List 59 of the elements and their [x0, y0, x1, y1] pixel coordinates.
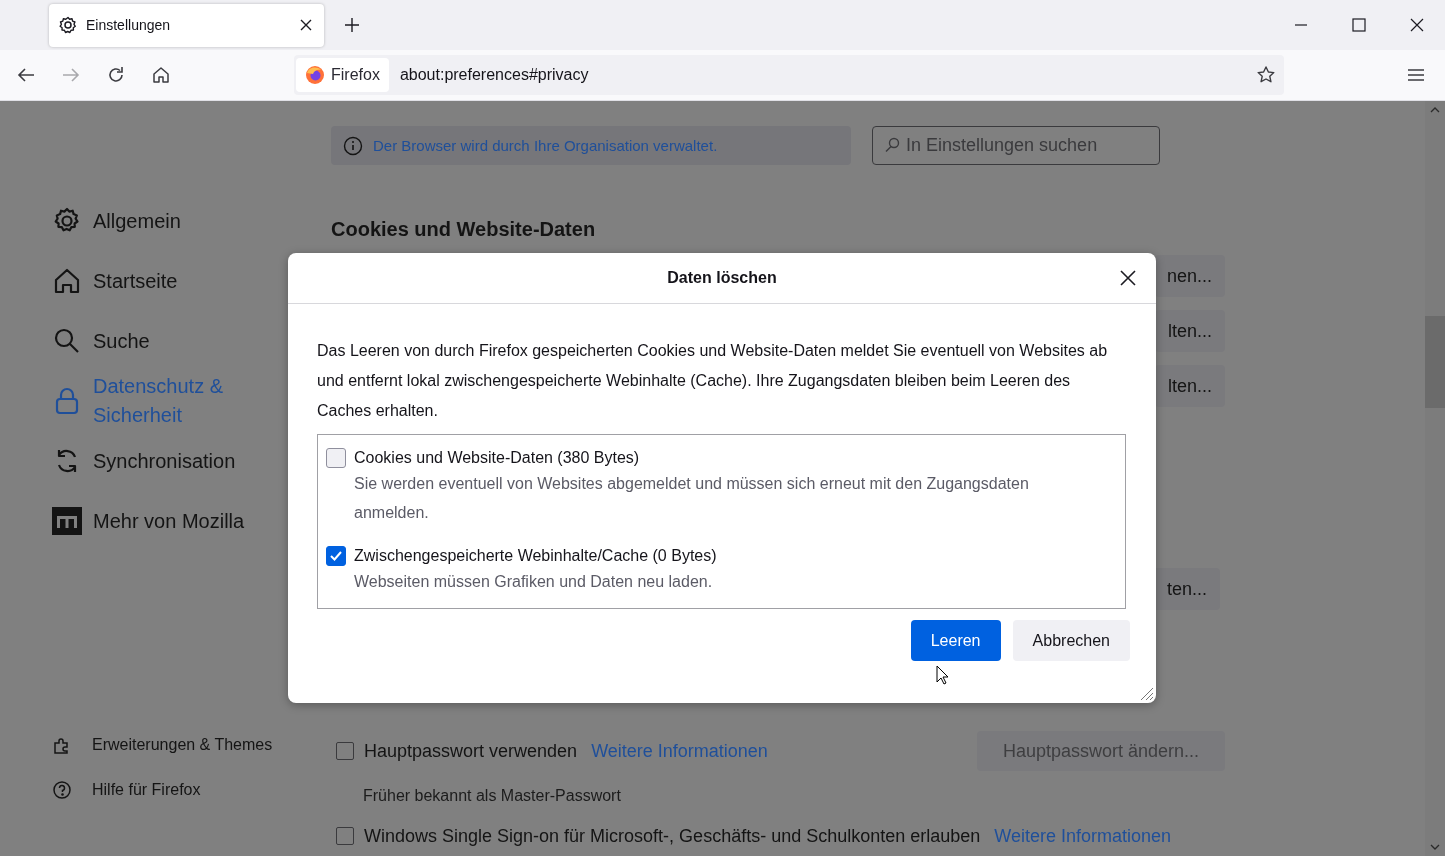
logo-icon — [52, 506, 82, 536]
checkbox[interactable] — [336, 742, 354, 760]
checkbox-label[interactable]: Hauptpasswort verwenden — [364, 740, 578, 762]
tab-title: Einstellungen — [86, 17, 172, 34]
checkbox[interactable] — [336, 827, 354, 845]
mouse-cursor-icon — [936, 665, 950, 685]
close-icon[interactable] — [300, 19, 312, 32]
dialog-title: Daten löschen — [667, 269, 777, 287]
checkbox-label[interactable]: Cookies und Website-Daten (380 Bytes) — [354, 447, 1054, 469]
scroll-down-icon[interactable] — [1430, 844, 1440, 850]
checkbox[interactable] — [326, 546, 346, 566]
sidebar-link[interactable]: Erweiterungen & Themes — [52, 722, 331, 767]
sidebar-link[interactable]: Hilfe für Firefox — [52, 767, 331, 812]
home-icon[interactable] — [151, 65, 171, 86]
option-description: Sie werden eventuell von Websites abgemeldet und müssen sich erneut mit den Zugangsdaten anmelden. — [354, 474, 1030, 523]
menu-icon[interactable] — [1407, 68, 1425, 83]
close-icon[interactable] — [1410, 18, 1424, 33]
cancel-button[interactable]: Abbrechen — [1012, 620, 1130, 661]
sidebar-label: Mehr von Mozilla — [93, 508, 246, 534]
sidebar-label: Startseite — [93, 268, 179, 294]
sidebar-link-label: Hilfe für Firefox — [92, 780, 201, 799]
checkbox-label[interactable]: Windows Single Sign-on für Microsoft-, Geschäfts- und Schulkonten erlauben — [364, 825, 981, 847]
hint-text: Früher bekannt als Master-Passwort — [362, 786, 622, 806]
help-icon — [52, 779, 72, 800]
settings-button[interactable]: lten... — [1155, 310, 1225, 352]
checkbox[interactable] — [326, 448, 346, 468]
checkbox-label[interactable]: Zwischengespeicherte Webinhalte/Cache (0 Bytes) — [354, 545, 1054, 567]
search-field[interactable]: In Einstellungen suchen — [872, 126, 1160, 165]
address-bar[interactable]: Firefox about:preferences#privacy — [294, 55, 1284, 96]
clear-button[interactable]: Leeren — [910, 620, 1001, 661]
settings-button[interactable]: lten... — [1155, 365, 1225, 407]
sidebar-item[interactable]: Synchronisation — [52, 431, 331, 491]
identity-box[interactable]: Firefox — [296, 58, 389, 93]
option-description: Webseiten müssen Grafiken und Daten neu laden. — [354, 572, 714, 592]
search-icon — [884, 137, 900, 153]
sidebar-item[interactable]: Allgemein — [52, 191, 331, 251]
url-text: about:preferences#privacy — [399, 66, 589, 85]
sidebar-label: Synchronisation — [93, 448, 237, 474]
maximize-icon[interactable] — [1352, 18, 1366, 33]
sidebar-item[interactable]: Mehr von Mozilla — [52, 491, 331, 551]
section-heading: Cookies und Website-Daten — [331, 217, 597, 241]
settings-button[interactable]: nen... — [1155, 255, 1225, 297]
home-icon — [52, 266, 82, 296]
new-tab-icon[interactable] — [344, 17, 360, 34]
sidebar-label: Datenschutz & Sicherheit — [93, 374, 225, 428]
info-icon — [343, 135, 363, 156]
close-icon[interactable] — [1120, 270, 1136, 286]
sidebar-label: Suche — [93, 328, 151, 354]
scroll-up-icon[interactable] — [1430, 107, 1440, 113]
checkmark-icon — [329, 549, 343, 563]
resize-grip-icon[interactable] — [1138, 685, 1154, 701]
dialog-description: Das Leeren von durch Firefox gespeicherten Cookies und Website-Daten meldet Sie eventuell von Websites ab und entfernt lokal zwischengespeicherte Webinhalte (Cache). Ihre Zugangsdaten bleiben beim Leeren des Caches erhalten. — [317, 341, 1109, 421]
browser-logo-icon — [305, 65, 325, 86]
identity-label: Firefox — [331, 66, 380, 85]
browser-tab[interactable]: Einstellungen — [49, 3, 324, 47]
sidebar-label: Allgemein — [93, 208, 182, 234]
gear-icon — [58, 15, 78, 36]
sidebar-link-label: Erweiterungen & Themes — [92, 735, 273, 754]
sidebar-item[interactable]: Startseite — [52, 251, 331, 311]
